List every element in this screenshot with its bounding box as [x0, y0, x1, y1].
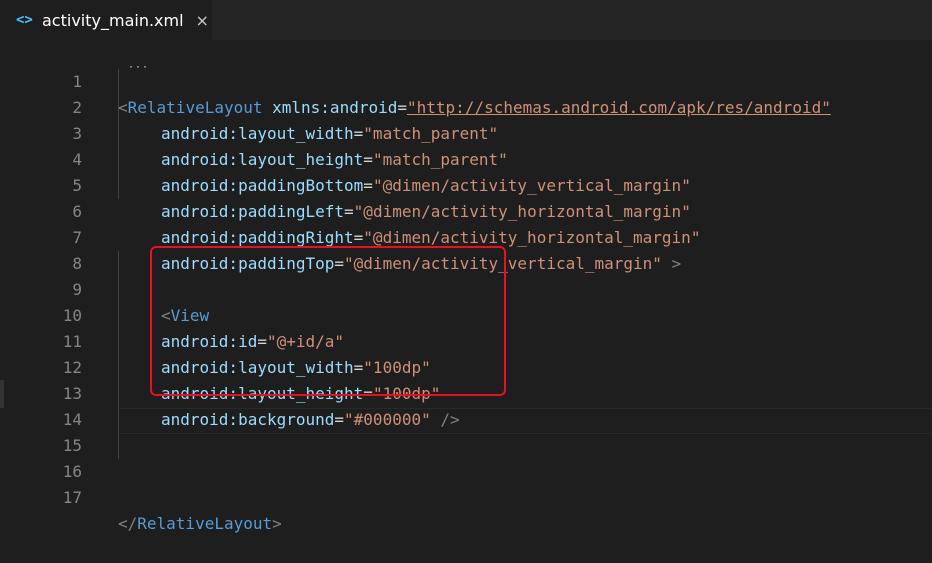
code-text: </RelativeLayout>: [118, 511, 282, 537]
code-line: 17 </RelativeLayout>: [0, 459, 932, 533]
code-line: 15: [0, 407, 932, 455]
code-line: 3 android:layout_height="match_parent": [0, 95, 932, 169]
tag-bracket: </: [118, 514, 138, 533]
close-icon[interactable]: ×: [196, 11, 209, 30]
code-line: 16: [0, 433, 932, 481]
code-line: 4 android:paddingBottom="@dimen/activity…: [0, 121, 932, 195]
code-line: 2 android:layout_width="match_parent": [0, 69, 932, 143]
tag-bracket: >: [272, 514, 282, 533]
line-number: 17: [62, 488, 82, 507]
code-xml-icon: <>: [16, 12, 33, 28]
highlight-annotation-box: [150, 246, 506, 396]
tab-activity-main[interactable]: <> activity_main.xml ×: [0, 0, 212, 40]
code-line: 5 android:paddingLeft="@dimen/activity_h…: [0, 147, 932, 221]
code-editor[interactable]: ··· 1 <RelativeLayout xmlns:android="htt…: [0, 40, 932, 533]
tab-bar: <> activity_main.xml ×: [0, 0, 932, 40]
code-line: 7 android:paddingTop="@dimen/activity_ve…: [0, 199, 932, 273]
tab-title: activity_main.xml: [42, 10, 184, 30]
code-line: 6 android:paddingRight="@dimen/activity_…: [0, 173, 932, 247]
tag-name: RelativeLayout: [137, 514, 273, 533]
code-line: 1 <RelativeLayout xmlns:android="http://…: [0, 43, 932, 117]
